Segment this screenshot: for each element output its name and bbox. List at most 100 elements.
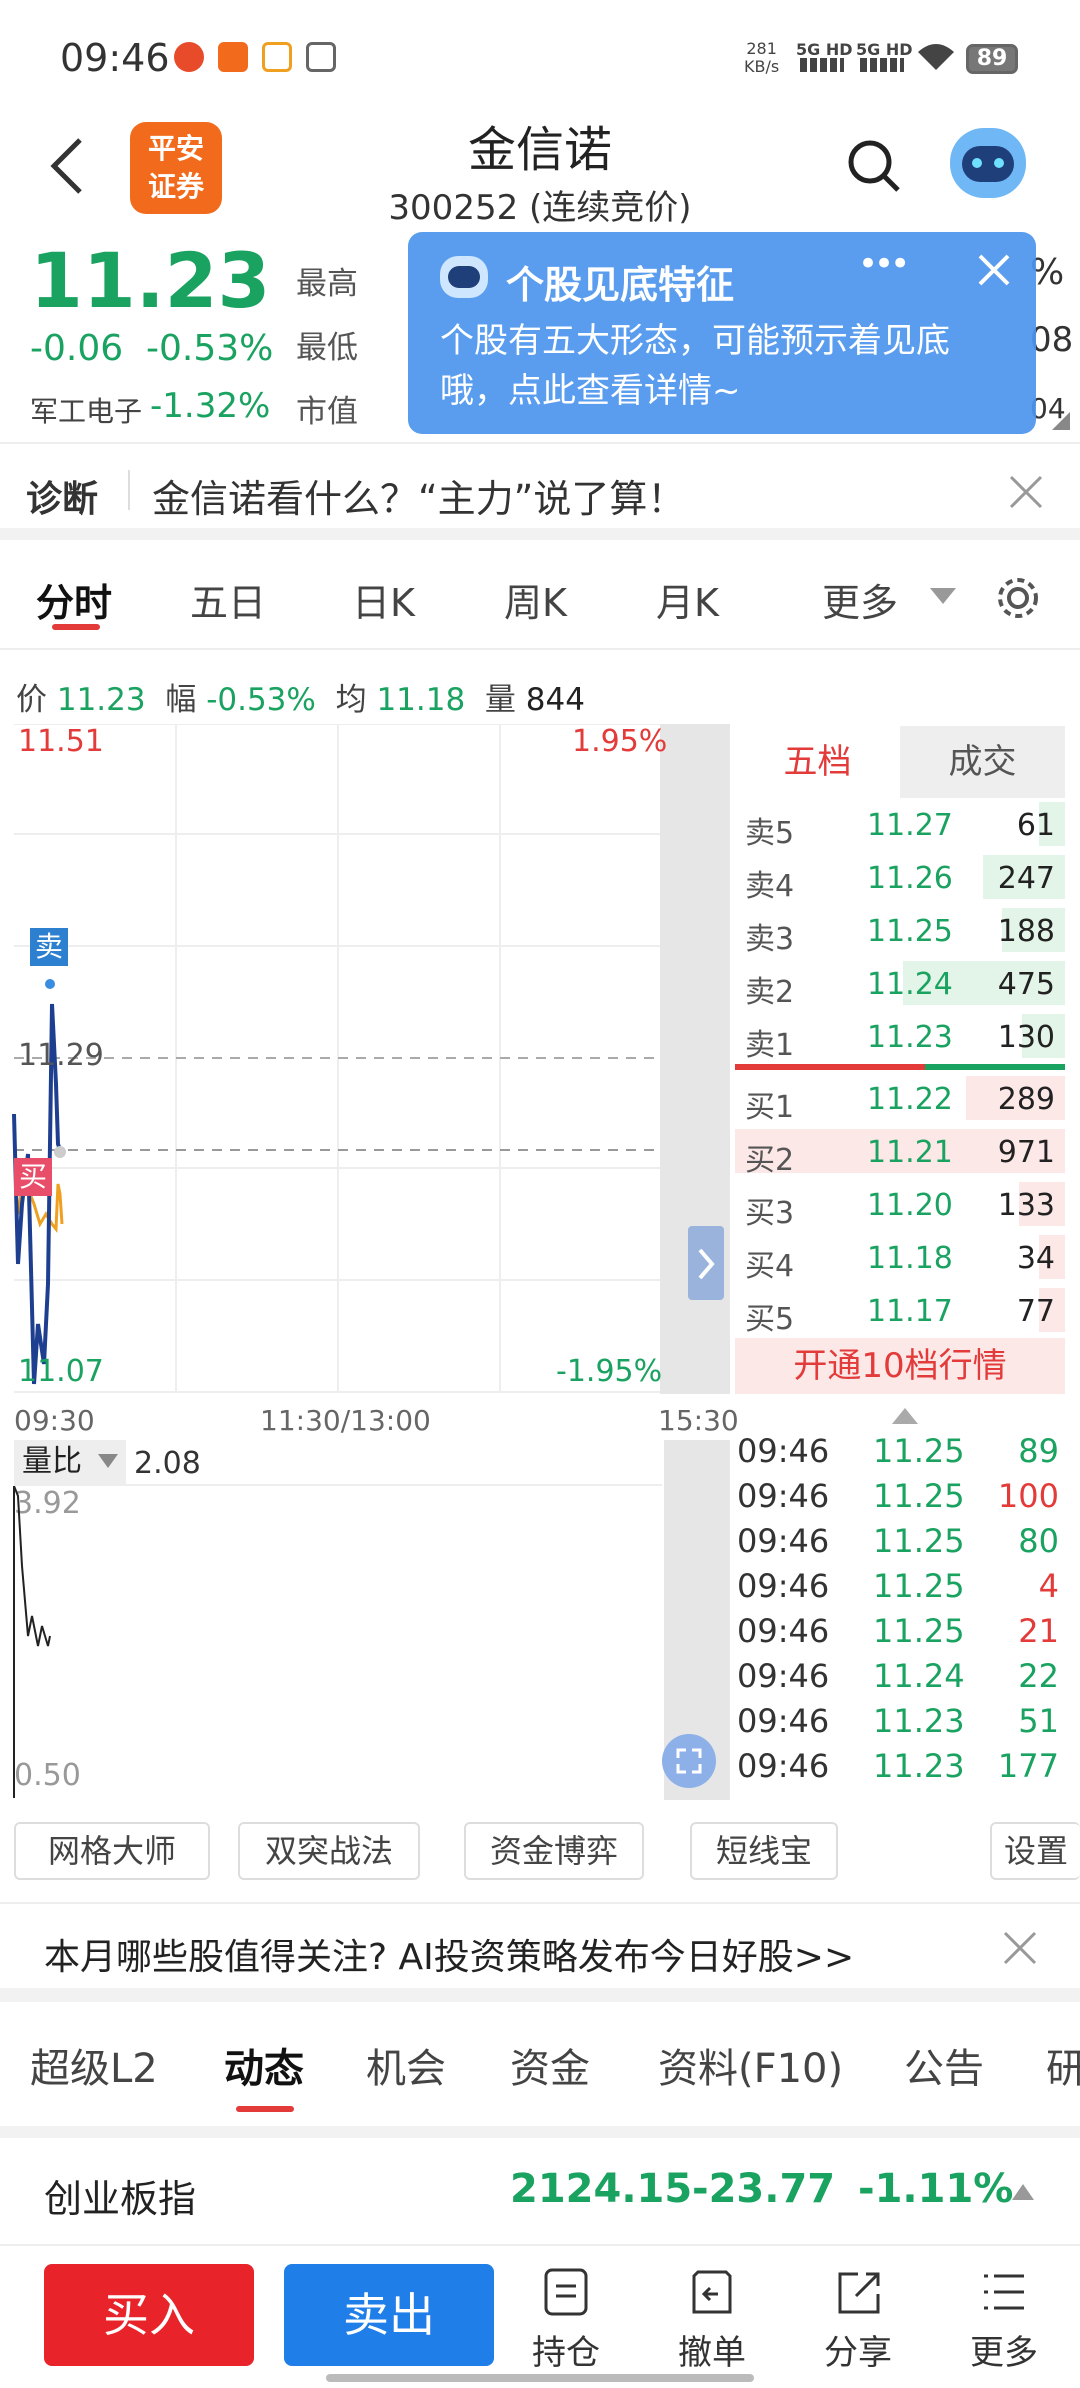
divider: [0, 2126, 1080, 2138]
fullscreen-icon[interactable]: [662, 1734, 716, 1788]
tab-day-k[interactable]: 日K: [352, 572, 415, 627]
trade-tick-row: 09:46 11.25 100: [735, 1477, 1065, 1522]
high-label: 最高: [296, 266, 358, 302]
chart-y-mid: 11.29: [18, 1038, 104, 1073]
tab-intraday[interactable]: 分时: [36, 572, 112, 627]
home-indicator[interactable]: [326, 2374, 754, 2382]
tab-trades[interactable]: 成交: [900, 726, 1065, 798]
stock-code: 300252 (连续竞价): [388, 188, 692, 228]
dropdown-icon[interactable]: [930, 588, 956, 606]
tick-volume: 89: [1018, 1432, 1059, 1470]
tab-announcement[interactable]: 公告: [904, 2036, 984, 2094]
upgrade-level10-button[interactable]: 开通10档行情: [735, 1338, 1065, 1394]
holdings-button[interactable]: 持仓: [516, 2268, 616, 2374]
bid-row[interactable]: 买2 11.21 971: [735, 1125, 1065, 1178]
bid-row[interactable]: 买4 11.18 34: [735, 1231, 1065, 1284]
bid-row[interactable]: 买1 11.22 289: [735, 1072, 1065, 1125]
level-volume: 61: [1016, 808, 1055, 843]
ask-row[interactable]: 卖3 11.25 188: [735, 904, 1065, 957]
robot-assistant-icon[interactable]: [950, 128, 1026, 198]
more-menu-icon: [984, 2274, 1024, 2310]
tab-opportunity[interactable]: 机会: [366, 2036, 446, 2094]
status-time: 09:46: [60, 36, 170, 80]
close-icon[interactable]: [1002, 1930, 1038, 1966]
expand-corner-icon[interactable]: [1052, 412, 1070, 430]
volume-ratio-value: 2.08: [134, 1446, 201, 1481]
chart-x-start: 09:30: [14, 1404, 95, 1437]
pingan-notification-icon: [218, 42, 248, 72]
tool-settings[interactable]: 设置: [990, 1822, 1080, 1880]
level-label: 买5: [745, 1302, 795, 1337]
ask-row[interactable]: 卖2 11.24 475: [735, 957, 1065, 1010]
more-options-icon[interactable]: •••: [858, 244, 910, 284]
chart-x-end: 15:30: [658, 1404, 739, 1437]
cancel-order-button[interactable]: 撤单: [662, 2268, 762, 2374]
tab-five-levels[interactable]: 五档: [735, 726, 900, 798]
sell-button[interactable]: 卖出: [284, 2264, 494, 2366]
index-ticker[interactable]: 创业板指 2124.15 -23.77 -1.11%: [0, 2138, 1080, 2246]
bid-row[interactable]: 买3 11.20 133: [735, 1178, 1065, 1231]
share-icon: [838, 2272, 880, 2314]
signal-2-label: 5G HD: [856, 40, 913, 59]
tab-super-l2[interactable]: 超级L2: [30, 2036, 158, 2094]
dropdown-icon: [98, 1454, 118, 1468]
collapse-up-icon[interactable]: [892, 1408, 918, 1426]
divider: [14, 1484, 662, 1486]
share-button[interactable]: 分享: [808, 2268, 908, 2374]
expand-up-icon[interactable]: [1012, 2184, 1034, 2200]
tick-time: 09:46: [737, 1477, 830, 1515]
settings-gear-icon[interactable]: [994, 574, 1042, 622]
tool-double-breakout[interactable]: 双突战法: [238, 1822, 420, 1880]
level-label: 买2: [745, 1143, 795, 1178]
stock-name: 金信诺: [467, 122, 612, 178]
sector-name[interactable]: 军工电子: [30, 390, 142, 430]
tick-volume: 100: [997, 1477, 1059, 1515]
close-icon[interactable]: [976, 252, 1012, 288]
tab-month-k[interactable]: 月K: [656, 572, 719, 627]
toutiao-notification-icon: [306, 42, 336, 72]
sell-marker[interactable]: 卖: [30, 928, 68, 966]
buy-button[interactable]: 买入: [44, 2264, 254, 2366]
tick-price: 11.25: [873, 1477, 965, 1515]
ask-row[interactable]: 卖1 11.23 130: [735, 1010, 1065, 1063]
tick-price: 11.25: [873, 1522, 965, 1560]
buy-marker[interactable]: 买: [14, 1158, 52, 1196]
tab-week-k[interactable]: 周K: [504, 572, 567, 627]
robot-icon: [440, 256, 488, 298]
chart-y-min-pct: -1.95%: [556, 1354, 663, 1389]
level-label: 买1: [745, 1090, 795, 1125]
more-label: 更多: [970, 2333, 1038, 2373]
taobao-notification-icon: [262, 42, 292, 72]
tab-more[interactable]: 更多: [822, 572, 898, 627]
ask-row[interactable]: 卖5 11.27 61: [735, 798, 1065, 851]
bid-row[interactable]: 买5 11.17 77: [735, 1284, 1065, 1337]
diagnosis-bar[interactable]: 诊断 金信诺看什么？“主力”说了算！: [0, 442, 1080, 540]
search-icon[interactable]: [846, 138, 902, 194]
tab-five-day[interactable]: 五日: [190, 572, 266, 627]
level-volume: 34: [1016, 1241, 1055, 1276]
tab-news[interactable]: 动态: [224, 2036, 304, 2094]
level-price: 11.21: [867, 1135, 953, 1170]
cancel-order-label: 撤单: [678, 2333, 746, 2373]
tool-short-term[interactable]: 短线宝: [690, 1822, 838, 1880]
tool-capital-game[interactable]: 资金博弈: [464, 1822, 644, 1880]
chart-y-max: 11.51: [18, 724, 104, 759]
tab-research[interactable]: 研: [1046, 2036, 1080, 2094]
close-icon[interactable]: [1008, 474, 1044, 510]
ask-row[interactable]: 卖4 11.26 247: [735, 851, 1065, 904]
bottom-signal-popup[interactable]: 个股见底特征 ••• 个股有五大形态，可能预示着见底哦，点此查看详情~: [408, 232, 1036, 434]
tab-f10[interactable]: 资料(F10): [658, 2036, 843, 2094]
volume-ratio-select[interactable]: 量比: [14, 1440, 126, 1484]
level-price: 11.26: [867, 861, 953, 896]
holdings-icon: [544, 2268, 588, 2316]
tab-capital[interactable]: 资金: [510, 2036, 590, 2094]
ai-strategy-banner[interactable]: 本月哪些股值得关注? AI投资策略发布今日好股>>: [0, 1902, 1080, 2002]
level-label: 卖5: [745, 816, 795, 851]
status-bar: 09:46 281 KB/s 5G HD 5G HD 89: [0, 0, 1080, 118]
tool-grid-master[interactable]: 网格大师: [14, 1822, 210, 1880]
level-volume: 475: [997, 967, 1055, 1002]
low-label: 最低: [296, 330, 358, 366]
more-button[interactable]: 更多: [954, 2268, 1054, 2374]
tick-volume: 22: [1018, 1657, 1059, 1695]
intraday-chart[interactable]: [0, 724, 730, 1396]
